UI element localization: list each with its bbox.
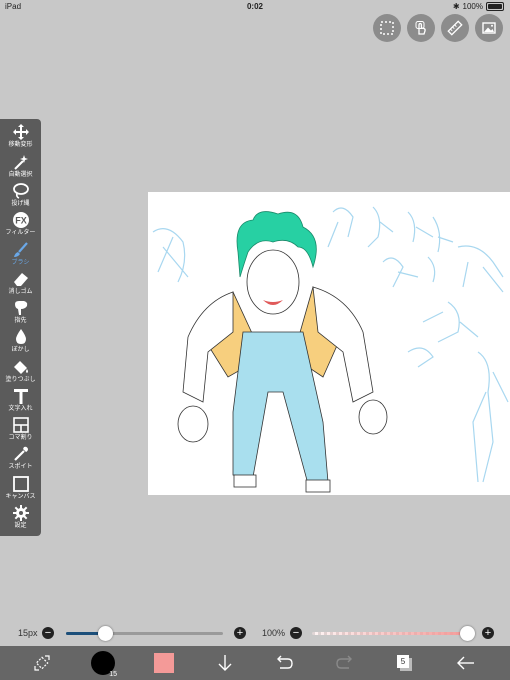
text-icon bbox=[11, 387, 31, 405]
redo-button[interactable] bbox=[334, 646, 356, 680]
blur-drop-icon bbox=[11, 328, 31, 346]
magic-wand-icon bbox=[11, 153, 31, 171]
hand-pointer-icon bbox=[415, 21, 426, 35]
brush-size-slider[interactable] bbox=[66, 632, 223, 635]
tool-label: ぼかし bbox=[11, 347, 30, 353]
tool-canvas[interactable]: キャンバス bbox=[0, 475, 41, 505]
bluetooth-icon: ✱ bbox=[452, 2, 460, 11]
artwork-image bbox=[152, 206, 509, 493]
color-button[interactable] bbox=[153, 646, 175, 680]
touch-button[interactable] bbox=[407, 14, 435, 42]
opacity-increase-button[interactable]: + bbox=[482, 627, 494, 639]
undo-button[interactable] bbox=[273, 646, 295, 680]
tool-finger[interactable]: 指先 bbox=[0, 299, 41, 329]
brush-size-knob[interactable] bbox=[98, 626, 114, 641]
status-right: ✱ 100% bbox=[453, 2, 504, 11]
layer-count: 5 bbox=[397, 654, 409, 668]
lasso-icon bbox=[11, 182, 31, 200]
fill-bucket-icon bbox=[11, 358, 31, 376]
selection-button[interactable] bbox=[373, 14, 401, 42]
fx-icon: FX bbox=[11, 211, 31, 229]
tool-label: フィルター bbox=[5, 230, 36, 236]
tool-label: ブラシ bbox=[11, 260, 30, 266]
brush-preview-button[interactable]: 15 bbox=[90, 646, 117, 680]
tool-label: 文字入れ bbox=[8, 406, 33, 412]
brush-size-decrease-button[interactable]: − bbox=[42, 627, 54, 639]
arrow-down-icon bbox=[218, 655, 232, 671]
download-button[interactable] bbox=[214, 646, 236, 680]
frame-divide-icon bbox=[11, 416, 31, 434]
status-bar: iPad 0:02 ✱ 100% bbox=[0, 0, 510, 14]
gear-icon bbox=[11, 504, 31, 522]
tool-label: スポイト bbox=[8, 464, 33, 470]
tool-auto-select[interactable]: 自動選択 bbox=[0, 153, 41, 183]
bottom-toolbar: 15 5 bbox=[0, 646, 510, 680]
color-swatch bbox=[154, 653, 174, 673]
tool-move[interactable]: 移動変形 bbox=[0, 123, 41, 153]
transform-button[interactable] bbox=[28, 646, 56, 680]
finger-icon bbox=[11, 299, 31, 317]
tool-filter[interactable]: FX フィルター bbox=[0, 211, 41, 241]
layers-button[interactable]: 5 bbox=[394, 646, 416, 680]
tool-eyedropper[interactable]: スポイト bbox=[0, 445, 41, 475]
gallery-button[interactable] bbox=[475, 14, 503, 42]
brush-preview-dot: 15 bbox=[91, 651, 117, 678]
slider-row: 15px − + 100% − + bbox=[0, 622, 510, 644]
image-icon bbox=[482, 22, 496, 34]
brush-icon bbox=[11, 241, 31, 259]
tool-blur[interactable]: ぼかし bbox=[0, 328, 41, 358]
canvas-icon bbox=[11, 475, 31, 493]
rotate-transform-icon bbox=[34, 655, 50, 671]
tool-frame-divide[interactable]: コマ割り bbox=[0, 416, 41, 446]
redo-icon bbox=[336, 655, 352, 669]
top-right-buttons bbox=[373, 14, 503, 42]
tool-settings[interactable]: 設定 bbox=[0, 504, 41, 534]
opacity-decrease-button[interactable]: − bbox=[290, 627, 302, 639]
drawing-canvas[interactable] bbox=[148, 192, 510, 495]
ruler-icon bbox=[447, 20, 463, 36]
tool-label: 指先 bbox=[14, 318, 27, 324]
back-button[interactable] bbox=[455, 646, 477, 680]
move-icon bbox=[11, 123, 31, 141]
arrow-left-icon bbox=[457, 656, 474, 670]
clock: 0:02 bbox=[246, 2, 263, 11]
layers-icon: 5 bbox=[397, 654, 413, 672]
brush-size-increase-button[interactable]: + bbox=[234, 627, 246, 639]
undo-icon bbox=[277, 655, 293, 669]
brush-preview-size: 15 bbox=[109, 671, 117, 678]
opacity-value: 100% bbox=[262, 628, 286, 638]
tool-label: 移動変形 bbox=[8, 142, 33, 148]
tool-lasso[interactable]: 投げ縄 bbox=[0, 182, 41, 212]
tool-label: キャンバス bbox=[5, 494, 36, 500]
tool-label: 塗りつぶし bbox=[5, 377, 36, 383]
tool-label: 設定 bbox=[14, 523, 27, 529]
battery-icon bbox=[486, 2, 504, 11]
tool-brush[interactable]: ブラシ bbox=[0, 241, 41, 271]
eraser-icon bbox=[11, 270, 31, 288]
tool-eraser[interactable]: 消しゴム bbox=[0, 270, 41, 300]
tool-text[interactable]: 文字入れ bbox=[0, 387, 41, 417]
tool-fill[interactable]: 塗りつぶし bbox=[0, 358, 41, 388]
opacity-fill bbox=[312, 632, 468, 635]
tool-palette: 移動変形 自動選択 投げ縄 FX フィルター ブラシ 消しゴム 指先 ぼかし 塗… bbox=[0, 119, 41, 536]
tool-label: 消しゴム bbox=[8, 289, 33, 295]
tool-label: 自動選択 bbox=[8, 172, 33, 178]
battery-percent: 100% bbox=[462, 2, 483, 11]
opacity-slider[interactable] bbox=[312, 632, 468, 635]
svg-text:FX: FX bbox=[15, 216, 27, 226]
tool-label: 投げ縄 bbox=[11, 201, 30, 207]
selection-icon bbox=[380, 21, 394, 35]
eyedropper-icon bbox=[11, 445, 31, 463]
tool-label: コマ割り bbox=[8, 435, 33, 441]
opacity-knob[interactable] bbox=[460, 626, 475, 641]
brush-size-value: 15px bbox=[18, 628, 38, 638]
ruler-button[interactable] bbox=[441, 14, 469, 42]
